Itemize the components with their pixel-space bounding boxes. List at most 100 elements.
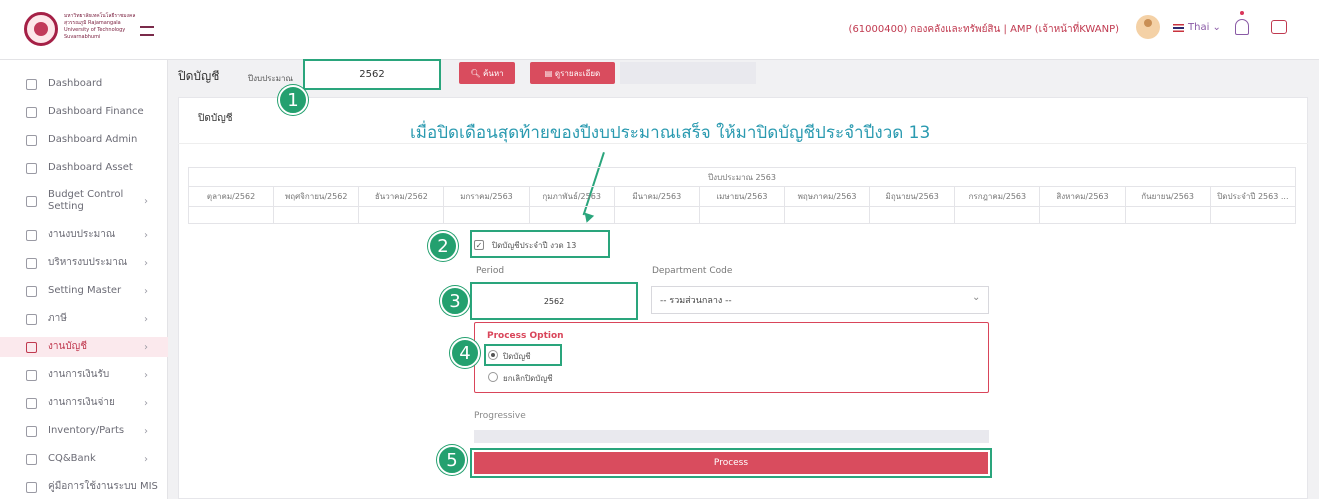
bell-icon[interactable] — [1235, 19, 1249, 35]
card-title: ปิดบัญชี — [198, 113, 233, 124]
avatar[interactable] — [1136, 15, 1160, 39]
progress-bar — [474, 430, 989, 443]
sidebar-item[interactable]: Dashboard Asset — [0, 158, 168, 178]
step-marker-3: 3 — [440, 286, 470, 316]
month-column-header: กันยายน/2563 — [1124, 186, 1211, 207]
progressive-label: Progressive — [474, 411, 526, 421]
sidebar-item[interactable]: Dashboard Admin — [0, 130, 168, 150]
month-status-cell — [273, 206, 360, 224]
department-select[interactable]: -- รวมส่วนกลาง -- — [651, 286, 989, 314]
chart-icon — [26, 162, 37, 174]
stack-icon — [26, 313, 37, 325]
sidebar-item[interactable]: Setting Master › — [0, 281, 168, 301]
chevron-right-icon: › — [144, 397, 148, 409]
month-column-header: ธันวาคม/2562 — [358, 186, 445, 207]
sidebar-item-label: บริหารงบประมาณ — [48, 257, 128, 268]
sidebar-item[interactable]: ภาษี › — [0, 309, 168, 329]
chevron-right-icon: › — [144, 425, 148, 437]
sidebar-item-label: Dashboard Finance — [48, 106, 144, 117]
month-column-header: มีนาคม/2563 — [613, 186, 700, 207]
month-status-cell — [528, 206, 615, 224]
department-label: Department Code — [652, 266, 733, 276]
language-selector[interactable]: Thai ⌄ — [1188, 22, 1221, 33]
settings-icon — [26, 285, 37, 297]
month-column-header: พฤศจิกายน/2562 — [273, 186, 360, 207]
chevron-right-icon: › — [144, 195, 148, 207]
month-column-header: กุมภาพันธ์/2563 — [528, 186, 615, 207]
chevron-right-icon: › — [144, 453, 148, 465]
sidebar-item[interactable]: Inventory/Parts › — [0, 421, 168, 441]
radio-close-account-label: ปิดบัญชี — [503, 352, 531, 361]
toolbar-empty-strip — [620, 62, 756, 84]
month-column-header: สิงหาคม/2563 — [1039, 186, 1126, 207]
instruction-annotation: เมื่อปิดเดือนสุดท้ายของปีงบประมาณเสร็จ ใ… — [410, 123, 931, 143]
page-title: ปิดบัญชี — [178, 69, 220, 83]
search-button[interactable]: 🔍︎ ค้นหา — [459, 62, 515, 84]
months-table: ปีงบประมาณ 2563 ตุลาคม/2562 พฤศจิกายน/256… — [187, 167, 1297, 224]
sidebar-item-label: Budget Control Setting — [48, 189, 124, 212]
sidebar-item[interactable]: งานงบประมาณ › — [0, 225, 168, 245]
sidebar-item[interactable]: บริหารงบประมาณ › — [0, 253, 168, 273]
thai-flag-icon[interactable] — [1173, 24, 1184, 32]
period-input[interactable]: 2562 — [470, 282, 638, 320]
language-label: Thai — [1188, 22, 1210, 33]
close-year-checkbox[interactable]: ✓ — [474, 240, 484, 250]
month-status-cell — [443, 206, 530, 224]
sidebar-item[interactable]: CQ&Bank › — [0, 449, 168, 469]
fiscal-year-input[interactable]: 2562 — [303, 59, 441, 90]
month-status-cell — [1124, 206, 1211, 224]
view-details-label: ดูรายละเอียด — [554, 68, 601, 78]
box-icon — [26, 425, 37, 437]
chevron-right-icon: › — [144, 229, 148, 241]
radio-cancel-close[interactable] — [488, 372, 498, 382]
chevron-right-icon: › — [144, 369, 148, 381]
sidebar-item[interactable]: งานการเงินรับ › — [0, 365, 168, 385]
stack-icon — [26, 257, 37, 269]
month-status-cell — [783, 206, 871, 224]
sidebar-item[interactable]: Budget Control Setting › — [0, 186, 168, 216]
sidebar-item-label: Dashboard Asset — [48, 162, 133, 173]
month-column-header: ตุลาคม/2562 — [187, 186, 275, 207]
wallet-icon — [26, 397, 37, 409]
view-details-button[interactable]: ▤ ดูรายละเอียด — [530, 62, 615, 84]
close-year-checkbox-label: ปิดบัญชีประจำปี งวด 13 — [492, 241, 577, 250]
university-logo[interactable] — [24, 12, 58, 46]
step-marker-2: 2 — [428, 231, 458, 261]
folder-icon — [26, 229, 37, 241]
sidebar-item[interactable]: งานบัญชี › — [0, 337, 168, 357]
gear-icon — [26, 195, 37, 207]
fiscal-year-header: ปีงบประมาณ 2563 — [188, 167, 1296, 187]
hand-icon — [26, 369, 37, 381]
sidebar-item[interactable]: งานการเงินจ่าย › — [0, 393, 168, 413]
sidebar-item-label: คู่มือการใช้งานระบบ MIS — [48, 481, 158, 492]
chat-icon[interactable] — [1271, 20, 1287, 34]
sidebar-item[interactable]: Dashboard — [0, 74, 168, 94]
chevron-right-icon: › — [144, 341, 148, 353]
hamburger-icon[interactable] — [140, 26, 154, 36]
search-button-label: ค้นหา — [483, 68, 504, 78]
check-icon — [26, 453, 37, 465]
chevron-right-icon: › — [144, 285, 148, 297]
user-info[interactable]: (61000400) กองคลังและทรัพย์สิน | AMP (เจ… — [849, 22, 1119, 37]
radio-close-account[interactable] — [488, 350, 498, 360]
month-column-header: มิถุนายน/2563 — [869, 186, 956, 207]
month-status-cell — [869, 206, 956, 224]
radio-cancel-close-label: ยกเลิกปิดบัญชี — [503, 374, 553, 383]
notification-dot — [1240, 11, 1244, 15]
month-column-header: กรกฎาคม/2563 — [954, 186, 1041, 207]
sidebar-item[interactable]: คู่มือการใช้งานระบบ MIS — [0, 477, 168, 497]
month-status-cell — [1039, 206, 1126, 224]
process-button[interactable]: Process — [474, 452, 988, 474]
month-column-header: พฤษภาคม/2563 — [783, 186, 871, 207]
sidebar-item-label: งานการเงินรับ — [48, 369, 110, 380]
step-marker-1: 1 — [278, 85, 308, 115]
month-status-cell — [358, 206, 445, 224]
sidebar-item-label: ภาษี — [48, 313, 67, 324]
chart-icon — [26, 78, 37, 90]
sidebar-item[interactable]: Dashboard Finance — [0, 102, 168, 122]
step-marker-4: 4 — [450, 338, 480, 368]
month-status-cell — [698, 206, 785, 224]
month-status-cell — [613, 206, 700, 224]
month-column-header: เมษายน/2563 — [698, 186, 785, 207]
month-status-cell — [954, 206, 1041, 224]
